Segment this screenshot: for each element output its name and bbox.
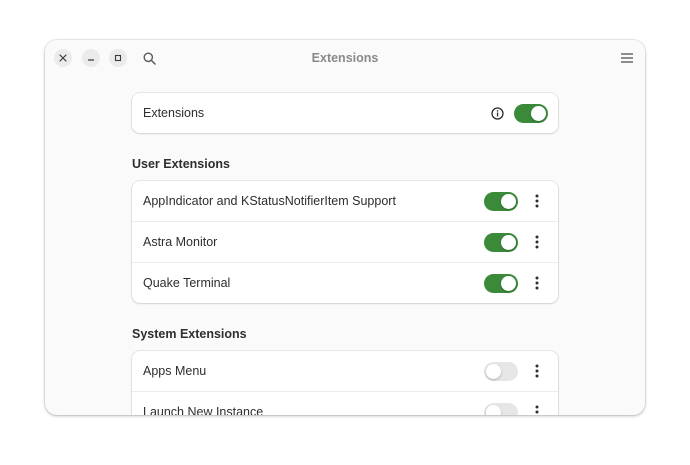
extensions-main-toggle-card: Extensions — [132, 93, 558, 133]
extensions-window: Extensions Extensions User Extensions Ap… — [45, 40, 645, 415]
extension-switch[interactable] — [484, 402, 518, 415]
window-title: Extensions — [311, 51, 379, 65]
extension-name: Quake Terminal — [143, 276, 231, 290]
extension-name: Apps Menu — [143, 364, 207, 378]
more-options-icon[interactable] — [532, 404, 542, 415]
user-extensions-card: AppIndicator and KStatusNotifierItem Sup… — [132, 181, 558, 303]
more-options-icon[interactable] — [532, 275, 542, 291]
user-extensions-heading: User Extensions — [132, 157, 230, 171]
extensions-main-row: Extensions — [132, 93, 558, 133]
extensions-main-label: Extensions — [143, 106, 205, 120]
extension-name: Astra Monitor — [143, 235, 218, 249]
info-icon[interactable] — [491, 106, 504, 120]
extension-row: AppIndicator and KStatusNotifierItem Sup… — [132, 181, 558, 221]
extension-row: Launch New Instance — [132, 391, 558, 415]
more-options-icon[interactable] — [532, 193, 542, 209]
extension-switch[interactable] — [484, 361, 518, 381]
extension-row: Astra Monitor — [132, 221, 558, 262]
system-extensions-heading: System Extensions — [132, 327, 247, 341]
more-options-icon[interactable] — [532, 234, 542, 250]
extension-switch[interactable] — [484, 232, 518, 252]
extension-name: Launch New Instance — [143, 405, 264, 415]
extensions-main-switch[interactable] — [514, 103, 548, 123]
extension-switch[interactable] — [484, 191, 518, 211]
extension-row: Apps Menu — [132, 351, 558, 391]
extension-switch[interactable] — [484, 273, 518, 293]
more-options-icon[interactable] — [532, 363, 542, 379]
extensions-list: Extensions User Extensions AppIndicator … — [132, 93, 558, 415]
extension-row: Quake Terminal — [132, 262, 558, 303]
headerbar: Extensions — [45, 40, 645, 77]
system-extensions-card: Apps Menu Launch New Instance — [132, 351, 558, 415]
extension-name: AppIndicator and KStatusNotifierItem Sup… — [143, 194, 396, 208]
main-menu-button[interactable] — [619, 51, 635, 65]
hamburger-menu-icon — [621, 53, 633, 63]
